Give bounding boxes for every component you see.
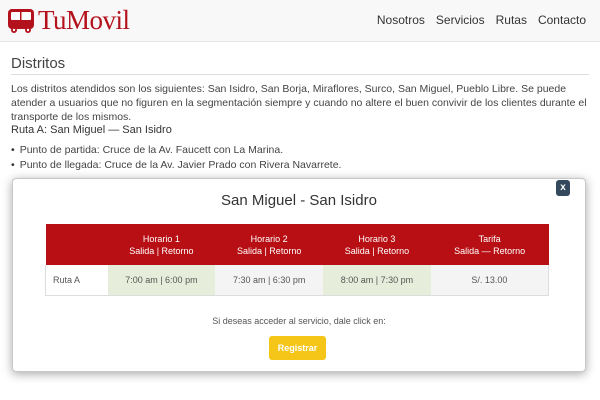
table-header-empty — [45, 224, 108, 265]
schedule-table: Horario 1 Salida | Retorno Horario 2 Sal… — [45, 224, 549, 296]
route-points-list: Punto de partida: Cruce de la Av. Faucet… — [11, 143, 342, 173]
intro-text: Los distritos atendidos son los siguient… — [11, 83, 587, 123]
cell-horario-1: 7:00 am | 6:00 pm — [107, 265, 216, 296]
register-prompt: Si deseas acceder al servicio, dale clic… — [212, 316, 386, 326]
cell-tarifa: S/. 13.00 — [430, 265, 549, 296]
table-header-tarifa: Tarifa Salida — Retorno — [430, 224, 549, 265]
header-title: Horario 1 — [142, 233, 180, 244]
nav-item-nosotros[interactable]: Nosotros — [377, 13, 425, 27]
nav-item-servicios[interactable]: Servicios — [436, 13, 485, 27]
brand-logo[interactable]: TuMovil — [6, 4, 130, 36]
nav-item-rutas[interactable]: Rutas — [496, 13, 527, 27]
page-title: Distritos — [11, 55, 66, 72]
table-row: Ruta A 7:00 am | 6:00 pm 7:30 am | 6:30 … — [45, 265, 549, 296]
cell-horario-3: 8:00 am | 7:30 pm — [323, 265, 431, 296]
route-heading: Ruta A: San Miguel — San Isidro — [11, 124, 172, 136]
route-point-start: Punto de partida: Cruce de la Av. Faucet… — [11, 143, 341, 158]
header-sub: Salida | Retorno — [129, 245, 194, 256]
header-sub: Salida — Retorno — [454, 245, 526, 256]
cell-horario-2: 7:30 am | 6:30 pm — [215, 265, 324, 296]
register-button[interactable]: Registrar — [269, 336, 326, 360]
bus-icon — [8, 9, 34, 33]
main-nav: Nosotros Servicios Rutas Contacto — [377, 13, 586, 27]
table-header-row: Horario 1 Salida | Retorno Horario 2 Sal… — [45, 224, 549, 265]
modal-title: San Miguel - San Isidro — [221, 192, 377, 209]
header-title: Tarifa — [478, 233, 501, 244]
header-sub: Salida | Retorno — [236, 245, 302, 256]
site-header: TuMovil Nosotros Servicios Rutas Contact… — [0, 0, 600, 42]
header-title: Horario 2 — [250, 233, 288, 244]
nav-item-contacto[interactable]: Contacto — [538, 13, 586, 27]
table-header-horario-1: Horario 1 Salida | Retorno — [107, 224, 216, 265]
table-header-horario-3: Horario 3 Salida | Retorno — [323, 224, 431, 265]
divider — [11, 74, 589, 75]
table-header-horario-2: Horario 2 Salida | Retorno — [215, 224, 324, 265]
brand-name: TuMovil — [38, 4, 130, 35]
route-point-end: Punto de llegada: Cruce de la Av. Javier… — [11, 158, 342, 173]
header-sub: Salida | Retorno — [344, 245, 410, 256]
row-label: Ruta A — [45, 265, 108, 296]
header-title: Horario 3 — [358, 233, 396, 244]
